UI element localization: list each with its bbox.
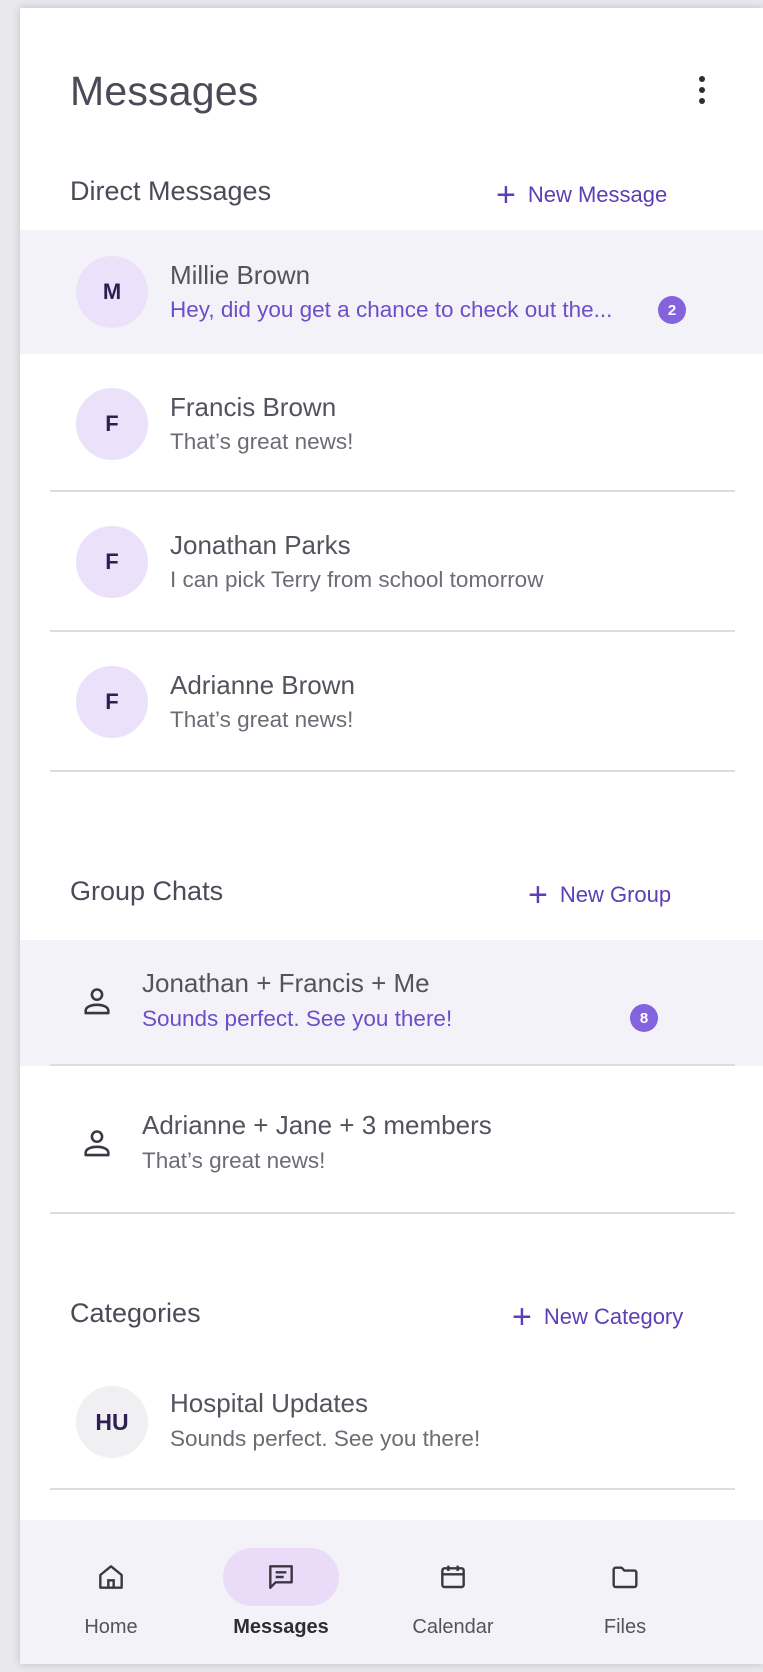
conversation-row[interactable]: F Francis Brown That’s great news!: [20, 354, 763, 492]
plus-icon: +: [528, 876, 548, 914]
avatar: F: [76, 526, 148, 598]
message-preview: Hey, did you get a chance to check out t…: [170, 297, 613, 322]
group-name: Jonathan + Francis + Me: [142, 968, 430, 998]
plus-icon: +: [512, 1298, 532, 1336]
bottom-navigation: Home Messages Calendar Files: [20, 1520, 763, 1664]
divider: [50, 770, 735, 772]
new-category-button[interactable]: + New Category: [512, 1298, 684, 1336]
divider: [50, 1488, 735, 1490]
nav-messages[interactable]: Messages: [206, 1548, 356, 1648]
message-preview: Sounds perfect. See you there!: [170, 1426, 481, 1451]
category-row[interactable]: HU Hospital Updates Sounds perfect. See …: [20, 1350, 763, 1490]
unread-badge: 2: [658, 296, 686, 324]
direct-messages-header: Direct Messages + New Message: [20, 176, 763, 236]
category-avatar: HU: [76, 1386, 148, 1458]
page-title: Messages: [70, 68, 259, 114]
group-name: Adrianne + Jane + 3 members: [142, 1110, 492, 1140]
avatar: F: [76, 388, 148, 460]
nav-label: Home: [84, 1616, 138, 1638]
nav-label: Files: [603, 1616, 647, 1638]
categories-header: Categories + New Category: [20, 1298, 763, 1358]
message-preview: I can pick Terry from school tomorrow: [170, 567, 544, 592]
folder-icon: [612, 1566, 638, 1589]
contact-name: Adrianne Brown: [170, 670, 355, 700]
nav-files[interactable]: Files: [550, 1548, 700, 1648]
group-chat-row[interactable]: Jonathan + Francis + Me Sounds perfect. …: [20, 940, 763, 1066]
nav-calendar[interactable]: Calendar: [378, 1548, 528, 1648]
category-name: Hospital Updates: [170, 1388, 368, 1418]
group-chats-header: Group Chats + New Group: [20, 876, 763, 936]
app-header: Messages: [20, 8, 763, 158]
nav-label: Calendar: [412, 1616, 494, 1638]
new-category-label: New Category: [543, 1304, 684, 1329]
contact-name: Millie Brown: [170, 260, 311, 290]
contact-name: Francis Brown: [170, 392, 337, 422]
section-title-categories: Categories: [70, 1298, 201, 1328]
section-title-groups: Group Chats: [70, 876, 224, 906]
home-icon: [99, 1565, 123, 1589]
conversation-row[interactable]: F Jonathan Parks I can pick Terry from s…: [20, 492, 763, 632]
unread-badge: 8: [630, 1004, 658, 1032]
message-preview: That’s great news!: [142, 1148, 326, 1173]
person-icon: [84, 988, 110, 1015]
divider: [50, 1212, 735, 1214]
new-message-button[interactable]: + New Message: [496, 176, 668, 214]
contact-name: Jonathan Parks: [170, 530, 351, 560]
avatar: M: [76, 256, 148, 328]
group-chat-row[interactable]: Adrianne + Jane + 3 members That’s great…: [20, 1066, 763, 1214]
calendar-icon: [441, 1565, 465, 1589]
message-icon: [269, 1565, 293, 1589]
section-title-direct: Direct Messages: [70, 176, 272, 206]
more-options-icon[interactable]: [690, 76, 714, 116]
message-preview: That’s great news!: [170, 707, 354, 732]
messages-screen: Messages Direct Messages + New Message M…: [20, 8, 763, 1664]
avatar: F: [76, 666, 148, 738]
person-icon: [84, 1130, 110, 1157]
message-preview: Sounds perfect. See you there!: [142, 1006, 453, 1031]
plus-icon: +: [496, 176, 516, 214]
new-message-label: New Message: [527, 182, 668, 207]
conversation-row[interactable]: M Millie Brown Hey, did you get a chance…: [20, 230, 763, 354]
conversation-row[interactable]: F Adrianne Brown That’s great news!: [20, 632, 763, 772]
new-group-button[interactable]: + New Group: [528, 876, 672, 914]
message-preview: That’s great news!: [170, 429, 354, 454]
nav-home[interactable]: Home: [36, 1548, 186, 1648]
new-group-label: New Group: [559, 882, 672, 907]
nav-label: Messages: [233, 1616, 329, 1638]
